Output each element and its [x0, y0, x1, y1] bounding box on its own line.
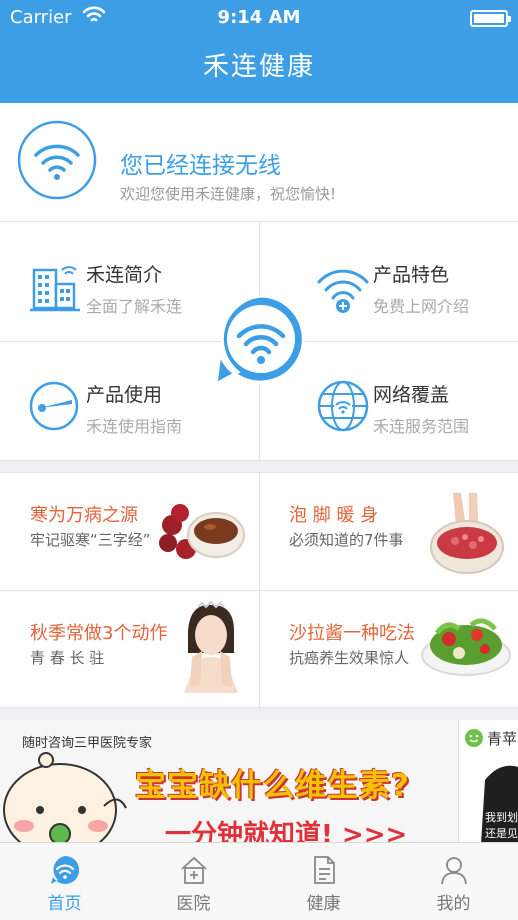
usage-icon — [29, 381, 79, 431]
connection-title: 您已经连接无线 — [120, 153, 281, 179]
feature-title: 产品使用 — [86, 384, 163, 406]
tab-hospital[interactable]: 医院 — [129, 843, 258, 920]
building-icon — [30, 266, 80, 312]
home-wifi-icon — [51, 855, 80, 884]
ad-secondary-text: 我到划 还是见了 — [485, 811, 518, 844]
ad-main[interactable]: 随时咨询三甲医院专家 宝宝缺什么维生素? 一分钟就知道! >>> — [0, 720, 458, 844]
article-card[interactable]: 泡 脚 暖 身 必须知道的7件事 — [259, 473, 518, 590]
article-subtitle: 青 春 长 驻 — [30, 649, 105, 667]
status-time: 9:14 AM — [217, 7, 301, 28]
tab-label: 健康 — [306, 894, 341, 914]
feature-title: 网络覆盖 — [373, 384, 450, 406]
smiley-apple-icon — [465, 729, 483, 747]
navigation-bar: Carrier 9:14 AM 禾连健康 — [0, 0, 518, 103]
wifi-circle-icon — [17, 120, 97, 200]
tab-label: 首页 — [47, 894, 82, 914]
battery-icon — [470, 10, 511, 27]
tab-label: 医院 — [176, 894, 211, 914]
article-title: 寒为万病之源 — [30, 505, 138, 526]
globe-wifi-icon — [317, 380, 369, 432]
ad-secondary-label: 青苹 — [487, 730, 518, 748]
feature-title: 禾连简介 — [86, 264, 163, 286]
feature-subtitle: 禾连使用指南 — [86, 417, 183, 436]
ad-banner[interactable]: 随时咨询三甲医院专家 宝宝缺什么维生素? 一分钟就知道! >>> 青苹 我到划 … — [0, 720, 518, 844]
ad-subheadline: 一分钟就知道! >>> — [165, 820, 408, 844]
ad-secondary[interactable]: 青苹 我到划 还是见了 — [458, 720, 518, 844]
article-subtitle: 必须知道的7件事 — [289, 531, 404, 549]
article-title: 秋季常做3个动作 — [30, 623, 168, 644]
ad-headline: 宝宝缺什么维生素? — [135, 768, 410, 804]
ad-caption: 随时咨询三甲医院专家 — [22, 736, 153, 751]
connection-banner[interactable]: 您已经连接无线 欢迎您使用禾连健康，祝您愉快! — [0, 103, 518, 221]
hospital-icon — [181, 856, 207, 884]
tab-label: 我的 — [436, 894, 471, 914]
status-bar: Carrier 9:14 AM — [0, 0, 518, 36]
article-subtitle: 抗癌养生效果惊人 — [289, 649, 410, 667]
feature-title: 产品特色 — [373, 264, 450, 286]
tab-profile[interactable]: 我的 — [389, 843, 518, 920]
wifi-plus-icon — [317, 269, 369, 313]
article-card[interactable]: 沙拉酱一种吃法 抗癌养生效果惊人 — [259, 591, 518, 708]
tab-health[interactable]: 健康 — [259, 843, 388, 920]
woman-portrait-image — [184, 601, 238, 693]
article-subtitle: 牢记驱寒“三字经” — [30, 531, 151, 549]
article-card[interactable]: 秋季常做3个动作 青 春 长 驻 — [0, 591, 259, 708]
salad-image — [421, 618, 511, 676]
foot-bath-image — [430, 493, 504, 574]
article-card[interactable]: 寒为万病之源 牢记驱寒“三字经” — [0, 473, 259, 590]
feature-subtitle: 免费上网介绍 — [373, 297, 470, 316]
document-icon — [314, 856, 335, 884]
connection-subtitle: 欢迎您使用禾连健康，祝您愉快! — [120, 185, 337, 203]
tab-bar: 首页 医院 健康 我的 — [0, 842, 518, 920]
article-title: 泡 脚 暖 身 — [289, 505, 379, 526]
article-title: 沙拉酱一种吃法 — [289, 623, 415, 644]
baby-cartoon-image — [3, 752, 127, 844]
profile-icon — [441, 857, 467, 885]
tea-dates-image — [159, 504, 245, 559]
page-title: 禾连健康 — [202, 52, 315, 82]
feature-grid: 禾连简介 全面了解禾连 产品特色 免费上网介绍 产品使用 禾连使用指南 网络覆盖… — [0, 221, 518, 462]
tab-home[interactable]: 首页 — [0, 843, 129, 920]
health-articles: 寒为万病之源 牢记驱寒“三字经” 泡 脚 暖 身 必须知道的7件事 秋季常做3个… — [0, 472, 518, 709]
feature-subtitle: 全面了解禾连 — [86, 297, 183, 316]
wifi-pin-icon[interactable] — [216, 294, 306, 386]
feature-subtitle: 禾连服务范围 — [373, 417, 470, 436]
